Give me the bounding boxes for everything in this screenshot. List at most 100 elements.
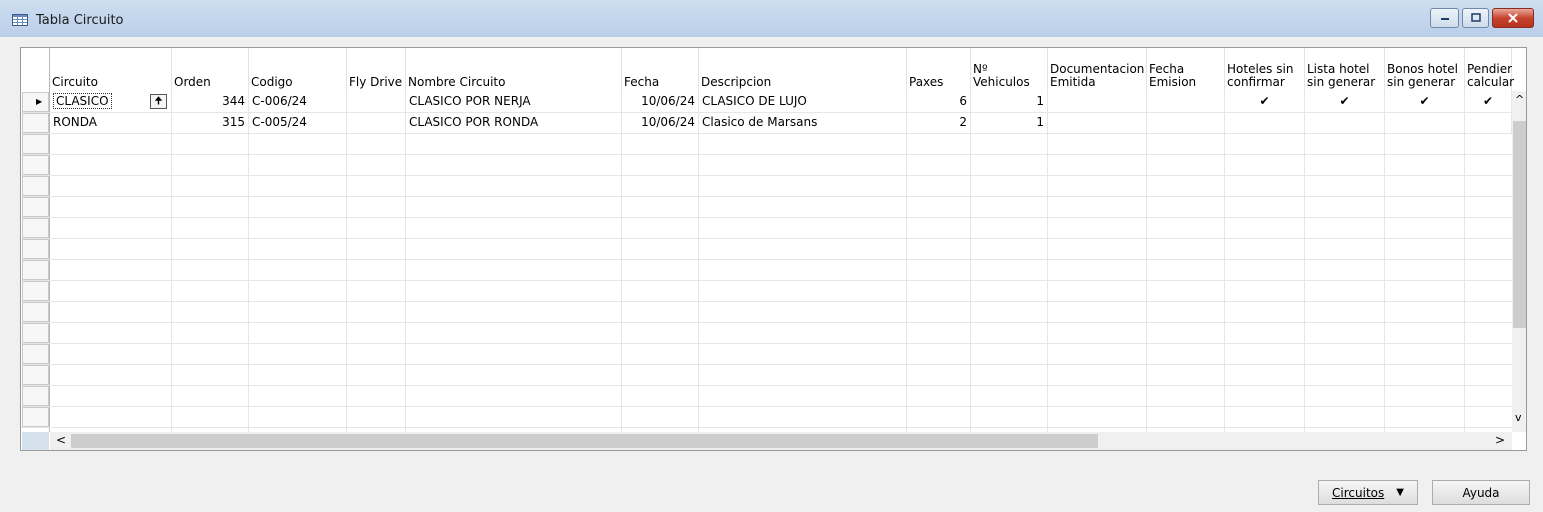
- header-pendiente-calcular[interactable]: Pendier calcular: [1465, 48, 1514, 91]
- cell-orden[interactable]: 344: [172, 91, 249, 112]
- row-header-corner: [22, 432, 49, 450]
- header-fly-drive[interactable]: Fly Drive: [347, 48, 406, 91]
- cell-fecha[interactable]: 10/06/24: [622, 91, 699, 112]
- header-circuito[interactable]: Circuito: [50, 48, 172, 91]
- table-icon: [12, 14, 28, 29]
- cell-vehiculos[interactable]: 1: [971, 112, 1048, 133]
- form-body: Circuito Orden Codigo Fly Drive Nombre C…: [8, 37, 1535, 505]
- scroll-left-icon[interactable]: <: [56, 433, 66, 447]
- row-selector[interactable]: ▶: [22, 92, 49, 112]
- empty-rows: [50, 133, 1512, 432]
- header-codigo[interactable]: Codigo: [249, 48, 347, 91]
- header-documentacion-emitida[interactable]: Documentacion Emitida: [1048, 48, 1147, 91]
- empty-column: [347, 133, 406, 432]
- cell-documentacion-emitida[interactable]: [1048, 112, 1147, 133]
- row-selector[interactable]: [22, 176, 49, 196]
- table-row[interactable]: CLASICO 🠉 344 C-006/24 CLASICO POR NERJA…: [50, 91, 1512, 112]
- record-pointer-icon: ▶: [36, 97, 43, 106]
- circuitos-menu-button[interactable]: Circuitos ▼: [1318, 480, 1418, 505]
- cell-nombre-circuito[interactable]: CLASICO POR NERJA: [406, 91, 622, 112]
- empty-column: [1048, 133, 1147, 432]
- header-fecha-emision[interactable]: Fecha Emision: [1147, 48, 1225, 91]
- empty-column: [699, 133, 907, 432]
- circuit-table[interactable]: Circuito Orden Codigo Fly Drive Nombre C…: [20, 47, 1527, 451]
- checkmark-icon[interactable]: ✔: [1465, 91, 1512, 112]
- row-selector[interactable]: [22, 302, 49, 322]
- header-bonos-hotel[interactable]: Bonos hotel sin generar: [1385, 48, 1465, 91]
- vertical-scrollbar[interactable]: ^ v: [1512, 91, 1526, 432]
- cell-bonos-hotel[interactable]: [1385, 112, 1465, 133]
- checkmark-icon[interactable]: ✔: [1385, 91, 1465, 112]
- cell-paxes[interactable]: 2: [907, 112, 971, 133]
- scroll-right-icon[interactable]: >: [1495, 433, 1505, 447]
- cell-codigo[interactable]: C-006/24: [249, 91, 347, 112]
- row-selector[interactable]: [22, 113, 49, 133]
- row-selector[interactable]: [22, 218, 49, 238]
- row-selector[interactable]: [22, 260, 49, 280]
- maximize-button[interactable]: [1462, 8, 1489, 28]
- checkmark-icon[interactable]: ✔: [1225, 91, 1305, 112]
- row-selector[interactable]: [22, 197, 49, 217]
- empty-column: [622, 133, 699, 432]
- row-selector[interactable]: [22, 155, 49, 175]
- cell-fly-drive[interactable]: [347, 91, 406, 112]
- cell-vehiculos[interactable]: 1: [971, 91, 1048, 112]
- row-selector[interactable]: [22, 323, 49, 343]
- header-orden[interactable]: Orden: [172, 48, 249, 91]
- empty-column: [249, 133, 347, 432]
- close-button[interactable]: [1492, 8, 1534, 28]
- row-selector[interactable]: [22, 239, 49, 259]
- scroll-up-icon[interactable]: ^: [1515, 93, 1524, 106]
- scroll-down-icon[interactable]: v: [1515, 411, 1522, 424]
- cell-pendiente[interactable]: [1465, 112, 1512, 133]
- header-nombre-circuito[interactable]: Nombre Circuito: [406, 48, 622, 91]
- row-selector[interactable]: [22, 281, 49, 301]
- cell-descripcion[interactable]: CLASICO DE LUJO: [699, 91, 907, 112]
- cell-documentacion-emitida[interactable]: [1048, 91, 1147, 112]
- header-fecha[interactable]: Fecha: [622, 48, 699, 91]
- circuitos-label: Circuitos: [1332, 485, 1385, 500]
- cell-orden[interactable]: 315: [172, 112, 249, 133]
- empty-column: [172, 133, 249, 432]
- table-row[interactable]: RONDA 315 C-005/24 CLASICO POR RONDA 10/…: [50, 112, 1512, 133]
- row-selector[interactable]: [22, 407, 49, 427]
- row-selector[interactable]: [22, 134, 49, 154]
- cell-codigo[interactable]: C-005/24: [249, 112, 347, 133]
- sort-up-icon[interactable]: 🠉: [150, 94, 167, 109]
- minimize-button[interactable]: [1430, 8, 1459, 28]
- header-lista-hotel[interactable]: Lista hotel sin generar: [1305, 48, 1385, 91]
- horizontal-scrollbar[interactable]: < >: [50, 432, 1512, 450]
- header-paxes[interactable]: Paxes: [907, 48, 971, 91]
- empty-column: [1225, 133, 1305, 432]
- close-icon: [1508, 13, 1518, 23]
- cell-fecha-emision[interactable]: [1147, 91, 1225, 112]
- row-selector[interactable]: [22, 344, 49, 364]
- row-selector[interactable]: [22, 365, 49, 385]
- cell-circuito[interactable]: RONDA: [50, 112, 172, 133]
- row-selector[interactable]: [22, 386, 49, 406]
- header-vehiculos[interactable]: Nº Vehiculos: [971, 48, 1048, 91]
- cell-hoteles-sin-confirmar[interactable]: [1225, 112, 1305, 133]
- header-hoteles-sin-confirmar[interactable]: Hoteles sin confirmar: [1225, 48, 1305, 91]
- cell-paxes[interactable]: 6: [907, 91, 971, 112]
- cell-fecha[interactable]: 10/06/24: [622, 112, 699, 133]
- cell-circuito[interactable]: CLASICO 🠉: [50, 91, 172, 112]
- ayuda-button[interactable]: Ayuda: [1432, 480, 1530, 505]
- cell-fecha-emision[interactable]: [1147, 112, 1225, 133]
- cell-nombre-circuito[interactable]: CLASICO POR RONDA: [406, 112, 622, 133]
- cell-fly-drive[interactable]: [347, 112, 406, 133]
- empty-column: [971, 133, 1048, 432]
- horizontal-scroll-thumb[interactable]: [71, 434, 1098, 448]
- empty-column: [1147, 133, 1225, 432]
- checkmark-icon[interactable]: ✔: [1305, 91, 1385, 112]
- empty-column: [1305, 133, 1385, 432]
- window-title: Tabla Circuito: [36, 13, 124, 28]
- cell-descripcion[interactable]: Clasico de Marsans: [699, 112, 907, 133]
- empty-column: [907, 133, 971, 432]
- cell-lista-hotel[interactable]: [1305, 112, 1385, 133]
- header-descripcion[interactable]: Descripcion: [699, 48, 907, 91]
- vertical-scroll-thumb[interactable]: [1513, 121, 1526, 328]
- empty-column: [406, 133, 622, 432]
- dropdown-arrow-icon: ▼: [1396, 487, 1404, 498]
- empty-column: [50, 133, 172, 432]
